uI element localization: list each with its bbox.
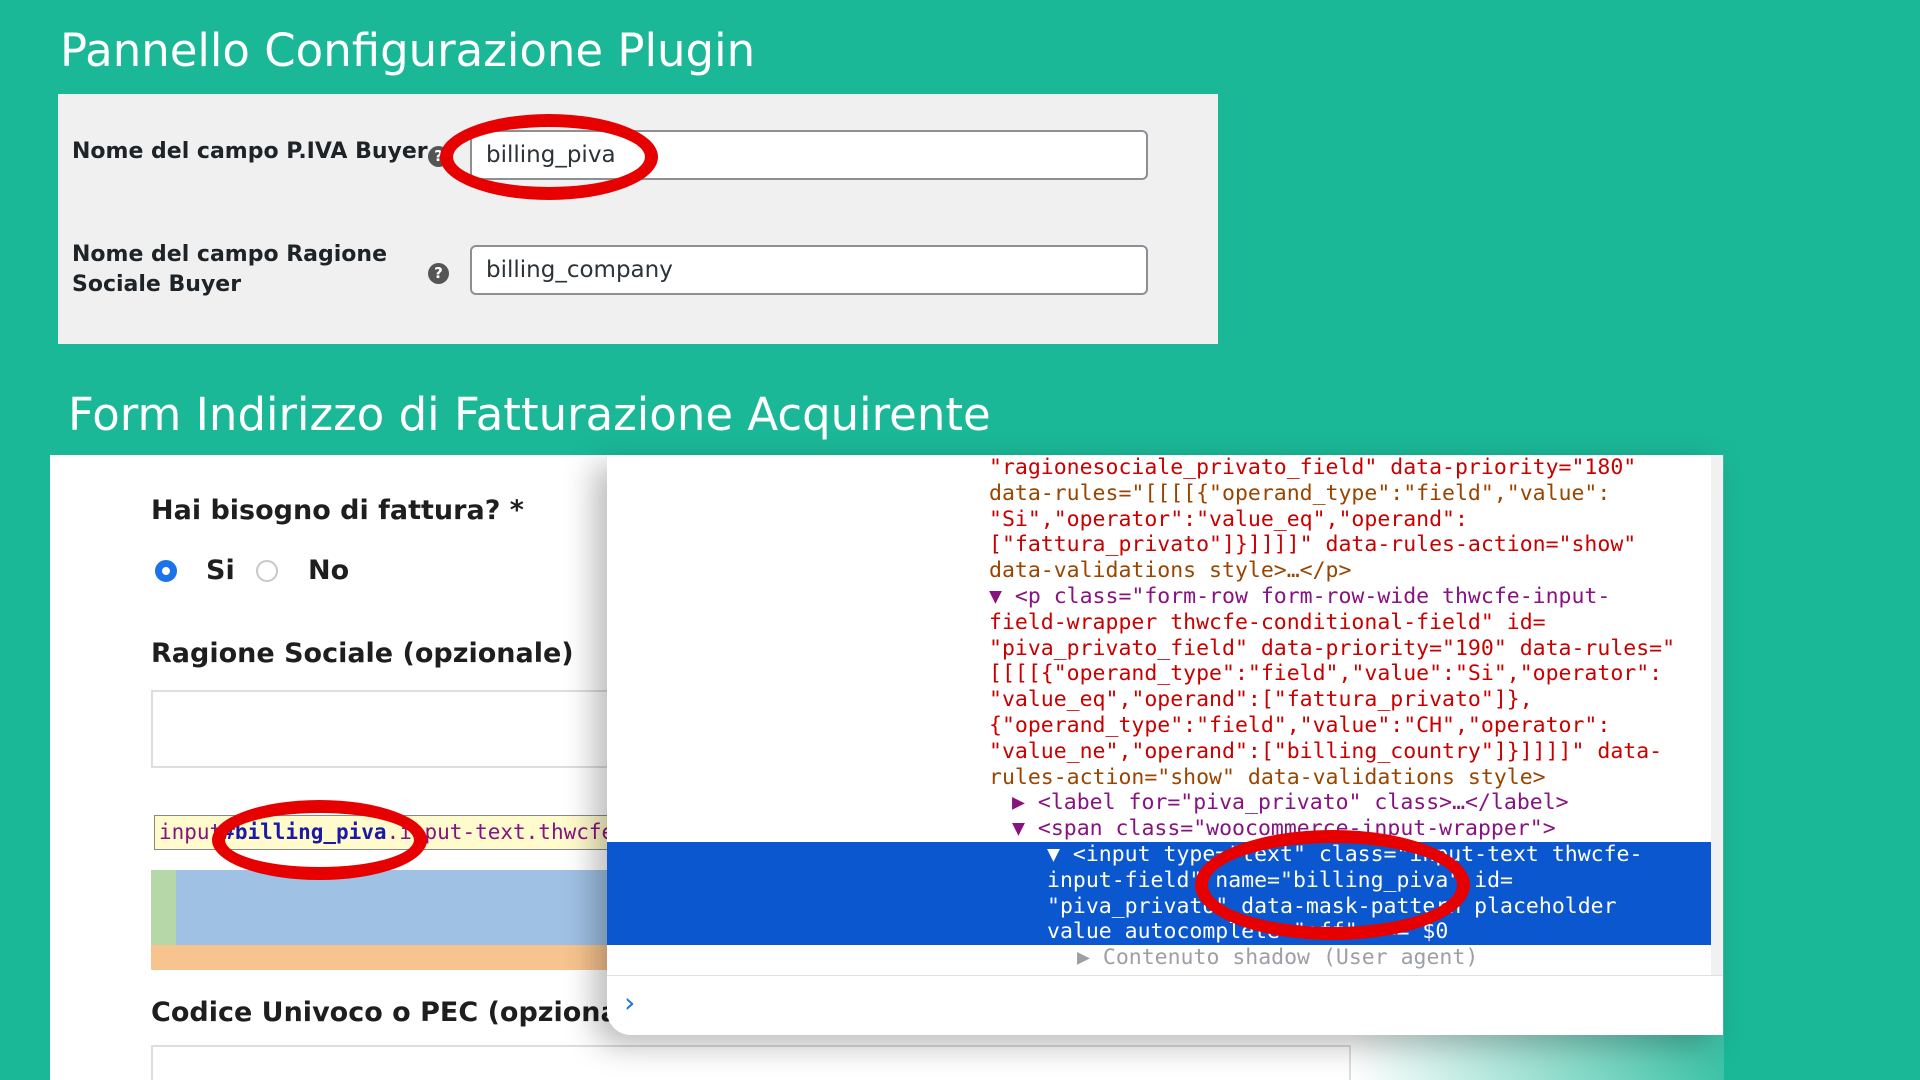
dom-line-input-selected[interactable]: ▼ <input type="text" class="input-text t… [607,842,1711,868]
dom-line[interactable]: "value_eq","operand":["fattura_privato"]… [607,687,1711,713]
console-prompt-icon: › [621,986,638,1019]
devtools-panel: "ragionesociale_privato_field" data-prio… [607,455,1723,1035]
dom-line-label[interactable]: ▶ <label for="piva_privato" class>…</lab… [607,790,1711,816]
plugin-config-panel: Nome del campo P.IVA Buyer ? billing_piv… [58,94,1218,344]
dom-line-p-piva[interactable]: ▼ <p class="form-row form-row-wide thwcf… [607,584,1711,610]
dom-line[interactable]: data-rules="[[[[{"operand_type":"field",… [607,481,1711,507]
radio-yes[interactable] [155,560,177,582]
console-input[interactable]: › [607,975,1723,1035]
help-icon[interactable]: ? [428,263,449,284]
radio-no-label: No [308,555,350,586]
company-field-label-line1: Nome del campo Ragione [72,242,388,267]
radio-yes-label: Si [206,555,235,586]
dom-line-span[interactable]: ▼ <span class="woocommerce-input-wrapper… [607,816,1711,842]
dom-line[interactable]: {"operand_type":"field","value":"CH","op… [607,713,1711,739]
config-panel-title: Pannello Configurazione Plugin [60,24,756,77]
piva-field-name-input[interactable]: billing_piva [470,130,1148,180]
dom-line[interactable]: "Si","operator":"value_eq","operand": [607,507,1711,533]
dom-line-input-selected[interactable]: "piva_privato" data-mask-pattern placeho… [607,893,1711,920]
dom-line[interactable]: "value_ne","operand":["billing_country"]… [607,739,1711,765]
dom-line-input-selected[interactable]: value autocomplete="off"> == $0 [607,919,1711,946]
invoice-question-label: Hai bisogno di fattura? * [151,495,524,526]
dom-line[interactable]: ["fattura_privato"]}]]]]" data-rules-act… [607,532,1711,558]
devtools-scrollbar[interactable] [1711,455,1723,975]
dom-line[interactable]: "piva_privato_field" data-priority="190"… [607,636,1711,662]
tooltip-id: #billing_piva [222,820,387,844]
dom-line[interactable]: rules-action="show" data-validations sty… [607,765,1711,791]
radio-no[interactable] [256,560,278,582]
pec-code-input[interactable] [151,1045,1351,1080]
company-name-label: Ragione Sociale (opzionale) [151,638,574,669]
dom-line[interactable]: data-validations style>…</p> [607,558,1711,584]
tooltip-tag: input [159,820,223,844]
dom-line[interactable]: "ragionesociale_privato_field" data-prio… [607,455,1711,481]
company-field-label-line2: Sociale Buyer [72,272,242,297]
company-field-label: Nome del campo Ragione Sociale Buyer [72,240,387,300]
help-icon[interactable]: ? [428,146,449,167]
element-padding-highlight [151,870,176,945]
elements-tree: "ragionesociale_privato_field" data-prio… [607,455,1711,975]
dom-line-input-selected[interactable]: input-field" name="billing_piva" id= [607,867,1711,894]
form-section-title: Form Indirizzo di Fatturazione Acquirent… [68,388,991,441]
dom-line[interactable]: [[[[{"operand_type":"field","value":"Si"… [607,661,1711,687]
company-field-name-input[interactable]: billing_company [470,245,1148,295]
dom-line[interactable]: field-wrapper thwcfe-conditional-field" … [607,610,1711,636]
pec-code-label: Codice Univoco o PEC (opzionale) [151,997,659,1028]
piva-field-label: Nome del campo P.IVA Buyer [72,139,428,164]
dom-line-shadow-root[interactable]: ▶ Contenuto shadow (User agent) [607,945,1711,971]
